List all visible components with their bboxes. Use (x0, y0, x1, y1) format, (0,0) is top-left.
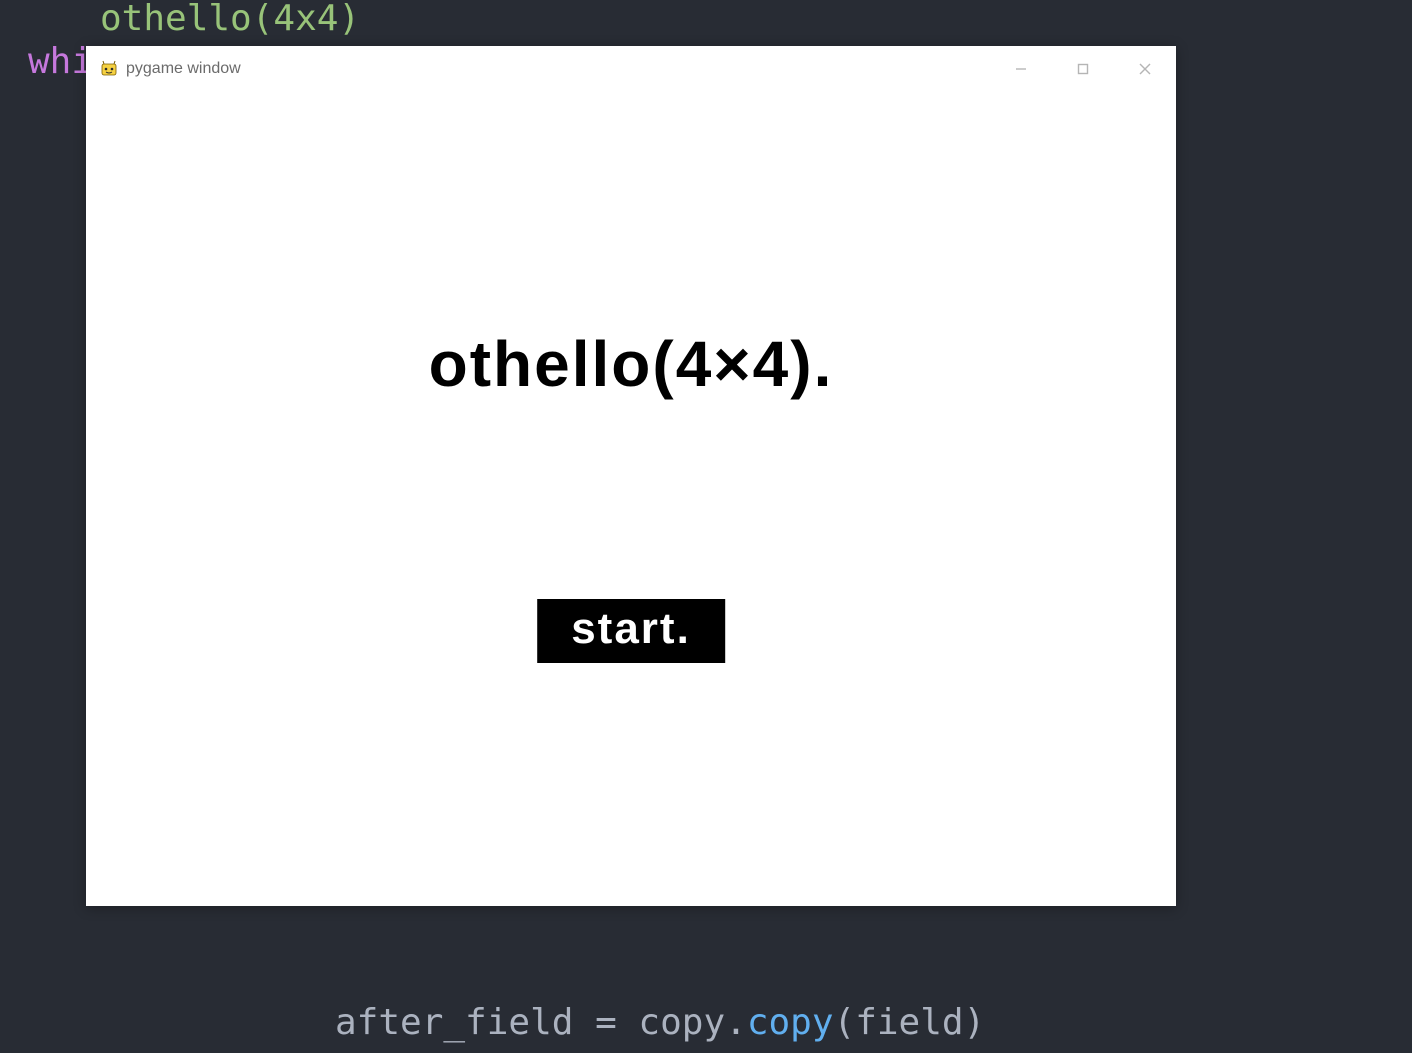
game-canvas: othello(4×4). start. (86, 92, 1176, 906)
pygame-window: pygame window othello(4×4). start. (86, 46, 1176, 906)
maximize-button[interactable] (1052, 46, 1114, 92)
close-button[interactable] (1114, 46, 1176, 92)
window-title: pygame window (126, 60, 241, 78)
window-titlebar[interactable]: pygame window (86, 46, 1176, 92)
start-button[interactable]: start. (537, 599, 725, 663)
code-text: othello(4x4) (100, 0, 360, 39)
code-text: (field) (834, 1002, 986, 1043)
code-function: copy (747, 1002, 834, 1043)
minimize-button[interactable] (990, 46, 1052, 92)
code-text: after_field = copy. (335, 1002, 747, 1043)
window-controls (990, 46, 1176, 92)
pygame-icon (100, 60, 118, 78)
code-line: after_field = copy.copy(field) (335, 999, 985, 1048)
game-title: othello(4×4). (429, 327, 834, 401)
